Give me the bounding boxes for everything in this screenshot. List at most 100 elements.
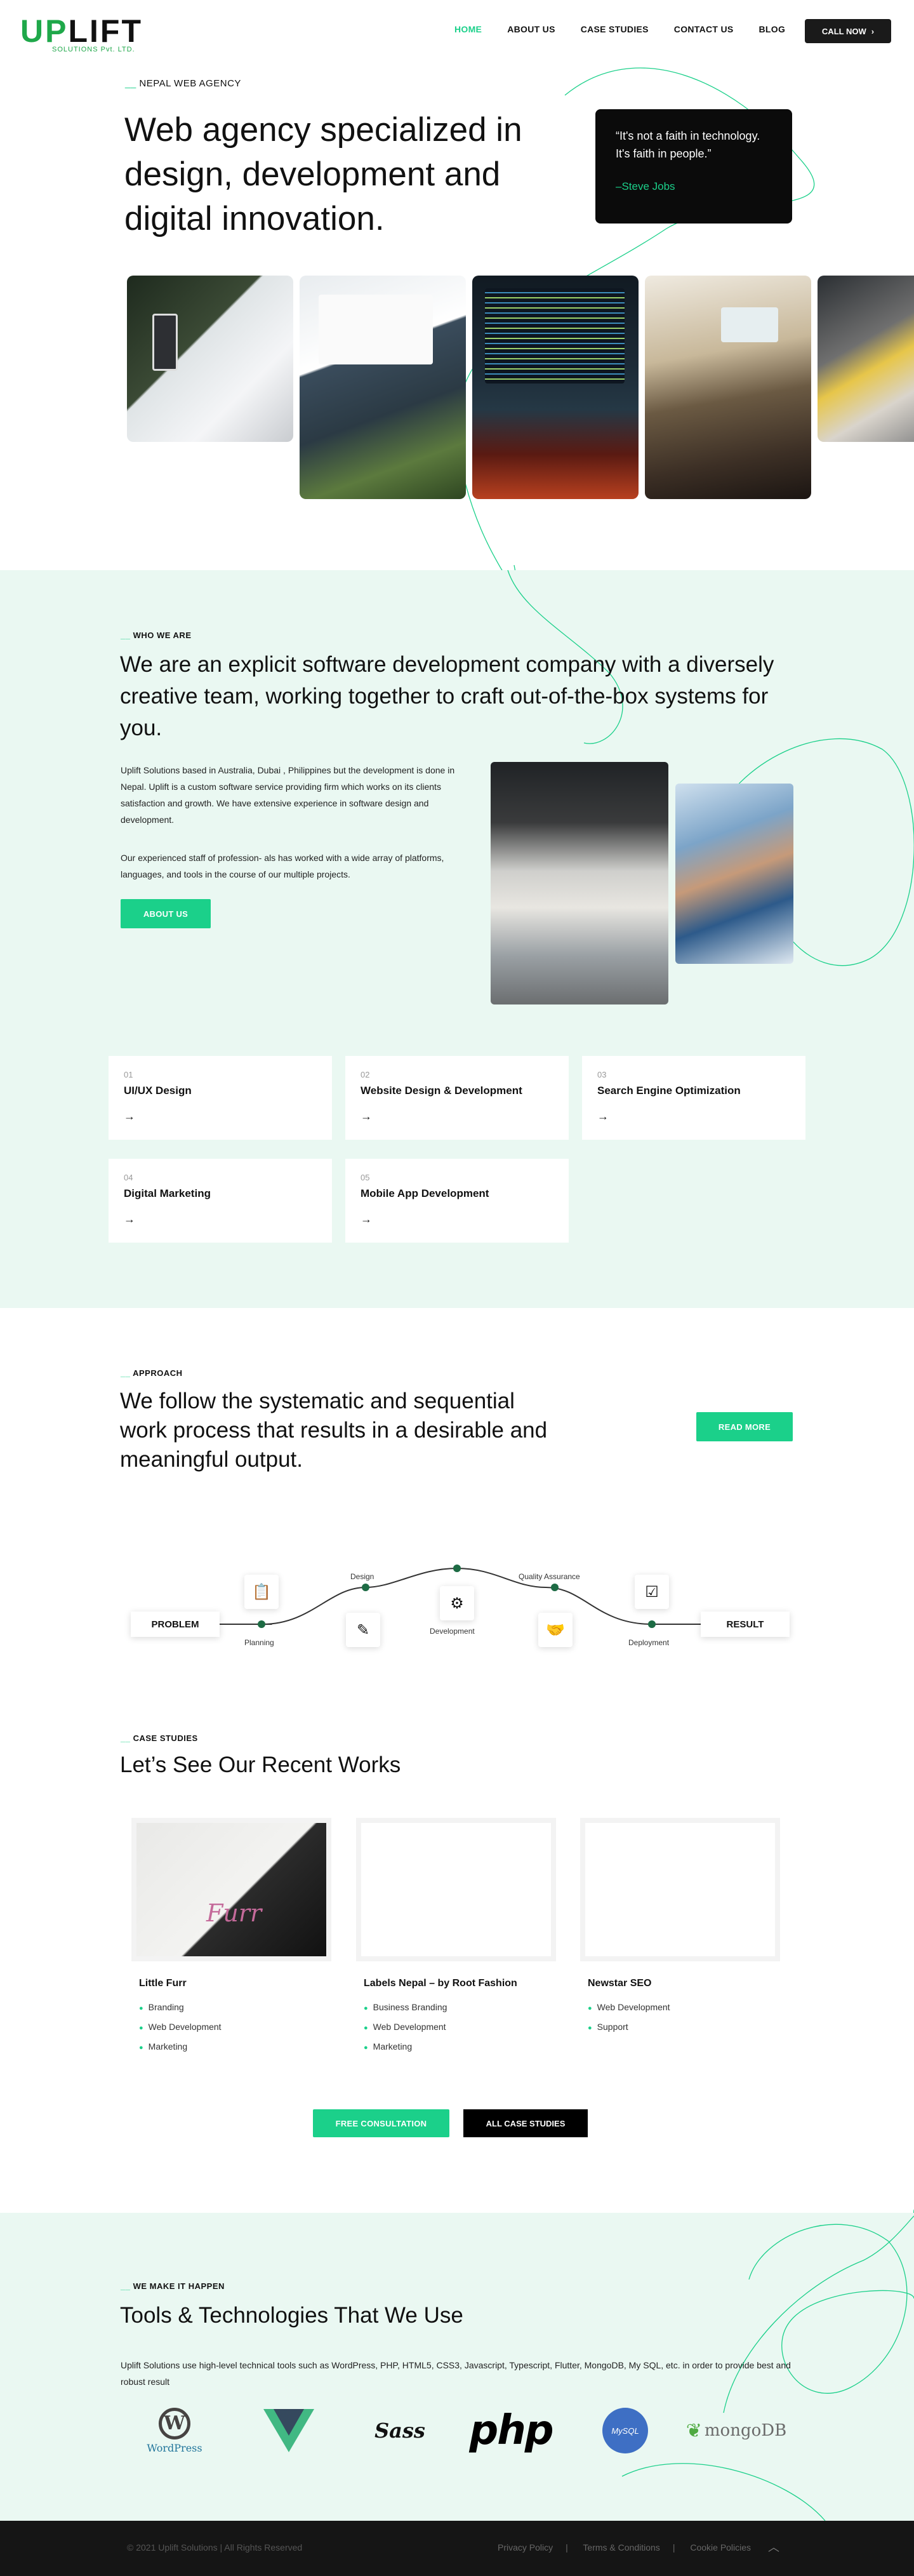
mysql-badge: MySQL: [602, 2408, 648, 2453]
site-footer: © 2021 Uplift Solutions | All Rights Res…: [0, 2521, 914, 2576]
about-us-button[interactable]: ABOUT US: [121, 899, 211, 928]
service-card-web-design[interactable]: 02 Website Design & Development →: [345, 1056, 569, 1140]
case-studies-eyebrow-dash: __: [121, 1733, 131, 1743]
service-number: 05: [361, 1173, 370, 1182]
logo[interactable]: UPLIFT SOLUTIONS Pvt. LTD.: [20, 15, 143, 53]
step-dot: [258, 1620, 265, 1628]
wordpress-wordmark: WordPress: [147, 2441, 202, 2454]
presentation-screen: [721, 307, 778, 342]
case-tag: ● Marketing: [364, 2041, 413, 2052]
case-tag: ● Marketing: [139, 2041, 188, 2052]
case-tag: ● Web Development: [139, 2022, 222, 2032]
nav-blog[interactable]: BLOG: [759, 24, 786, 34]
step-label-deployment: Deployment: [628, 1638, 670, 1647]
php-wordmark: php: [469, 2407, 553, 2454]
service-card-uiux[interactable]: 01 UI/UX Design →: [109, 1056, 332, 1140]
vue-logo: [260, 2405, 317, 2456]
case-studies-title: Let’s See Our Recent Works: [120, 1752, 401, 1777]
service-number: 02: [361, 1070, 370, 1079]
quote-author: –Steve Jobs: [616, 180, 675, 192]
tools-title: Tools & Technologies That We Use: [120, 2303, 463, 2328]
service-card-digital-marketing[interactable]: 04 Digital Marketing →: [109, 1159, 332, 1243]
process-problem: PROBLEM: [131, 1612, 220, 1637]
service-card-mobile-app[interactable]: 05 Mobile App Development →: [345, 1159, 569, 1243]
approach-eyebrow-text: APPROACH: [133, 1368, 183, 1378]
planning-icon: 📋: [244, 1575, 279, 1609]
handshake-icon: 🤝: [538, 1613, 573, 1647]
step-label-development: Development: [430, 1627, 475, 1636]
step-dot: [453, 1565, 461, 1572]
nav-contact-us[interactable]: CONTACT US: [674, 24, 734, 34]
case-studies-eyebrow: __ CASE STUDIES: [121, 1733, 198, 1743]
case-tag: ● Web Development: [364, 2022, 446, 2032]
nav-home[interactable]: HOME: [454, 24, 482, 34]
logo-tagline: SOLUTIONS Pvt. LTD.: [52, 46, 135, 53]
scroll-to-top-icon[interactable]: ︿: [768, 2539, 779, 2555]
arrow-right-icon[interactable]: →: [361, 1213, 553, 1226]
nav-case-studies[interactable]: CASE STUDIES: [581, 24, 649, 34]
logo-part-lift: LIFT: [68, 13, 143, 49]
hero-eyebrow: __ NEPAL WEB AGENCY: [125, 78, 241, 89]
case-title: Newstar SEO: [588, 1978, 652, 1989]
wordpress-w-icon: W: [159, 2407, 190, 2439]
who-paragraph-2: Our experienced staff of profession- als…: [121, 853, 444, 879]
case-card-labels-nepal[interactable]: Labels Nepal – by Root Fashion ● Business…: [350, 1812, 562, 2057]
hero-eyebrow-dash: __: [125, 78, 136, 89]
copyright-text: © 2021 Uplift Solutions | All Rights Res…: [127, 2542, 303, 2553]
service-card-seo[interactable]: 03 Search Engine Optimization →: [582, 1056, 805, 1140]
arrow-right-icon[interactable]: →: [124, 1213, 317, 1226]
page: UPLIFT SOLUTIONS Pvt. LTD. HOME ABOUT US…: [0, 0, 914, 2576]
who-eyebrow-dash: __: [121, 631, 131, 640]
chevron-right-icon: ›: [871, 26, 875, 36]
service-number: 03: [597, 1070, 607, 1079]
step-label-planning: Planning: [244, 1638, 274, 1647]
all-case-studies-button[interactable]: ALL CASE STUDIES: [463, 2109, 588, 2137]
case-thumb: Furr: [131, 1818, 331, 1961]
mongodb-logo: ❦ mongoDB: [686, 2405, 787, 2456]
sass-wordmark: Sass: [374, 2419, 425, 2443]
approach-title: We follow the systematic and sequential …: [120, 1389, 548, 1472]
case-tag: ● Business Branding: [364, 2002, 447, 2012]
call-now-label: CALL NOW: [821, 26, 866, 36]
photo-meeting-room: [645, 276, 811, 499]
quote-card: “It's not a faith in technology. It's fa…: [595, 109, 792, 224]
footer-link-privacy[interactable]: Privacy Policy: [498, 2542, 553, 2553]
mongodb-leaf-icon: ❦: [686, 2420, 702, 2441]
read-more-button[interactable]: READ MORE: [696, 1412, 793, 1441]
case-card-newstar-seo[interactable]: Newstar SEO ● Web Development ● Support: [574, 1812, 786, 2057]
free-consultation-button[interactable]: FREE CONSULTATION: [313, 2109, 449, 2137]
footer-separator: |: [566, 2542, 568, 2553]
step-label-quality-assurance: Quality Assurance: [519, 1572, 580, 1581]
checklist-icon: ☑: [635, 1575, 669, 1609]
arrow-right-icon[interactable]: →: [361, 1110, 553, 1123]
case-tag: ● Web Development: [588, 2002, 670, 2012]
footer-link-terms[interactable]: Terms & Conditions: [583, 2542, 659, 2553]
approach-eyebrow: __ APPROACH: [121, 1368, 183, 1378]
tools-eyebrow: __ WE MAKE IT HAPPEN: [121, 2281, 225, 2291]
design-icon: ✎: [346, 1613, 380, 1647]
case-card-little-furr[interactable]: Furr Little Furr ● Branding ● Web Developm…: [125, 1812, 338, 2057]
teamwork-hands-photo: [675, 784, 793, 964]
case-studies-eyebrow-text: CASE STUDIES: [133, 1733, 198, 1743]
case-thumb: [356, 1818, 556, 1961]
development-icon: ⚙: [440, 1586, 474, 1620]
footer-link-cookies[interactable]: Cookie Policies: [690, 2542, 751, 2553]
nav-about-us[interactable]: ABOUT US: [507, 24, 555, 34]
step-dot: [648, 1620, 656, 1628]
arrow-right-icon[interactable]: →: [124, 1110, 317, 1123]
photo-phone-dashboard: [127, 276, 293, 442]
service-number: 01: [124, 1070, 133, 1079]
approach-eyebrow-dash: __: [121, 1368, 131, 1378]
who-paragraph-1: Uplift Solutions based in Australia, Dub…: [121, 765, 455, 825]
step-dot: [551, 1584, 559, 1591]
case-thumb: [580, 1818, 780, 1961]
service-name: Search Engine Optimization: [597, 1084, 741, 1097]
quote-text: “It's not a faith in technology. It's fa…: [616, 130, 760, 160]
service-name: Website Design & Development: [361, 1084, 522, 1097]
vue-icon: [263, 2409, 314, 2452]
arrow-right-icon[interactable]: →: [597, 1110, 790, 1123]
call-now-button[interactable]: CALL NOW ›: [805, 19, 891, 43]
php-logo: php: [467, 2405, 555, 2456]
main-nav: HOME ABOUT US CASE STUDIES CONTACT US BL…: [454, 24, 811, 34]
logo-part-up: UP: [20, 13, 69, 49]
